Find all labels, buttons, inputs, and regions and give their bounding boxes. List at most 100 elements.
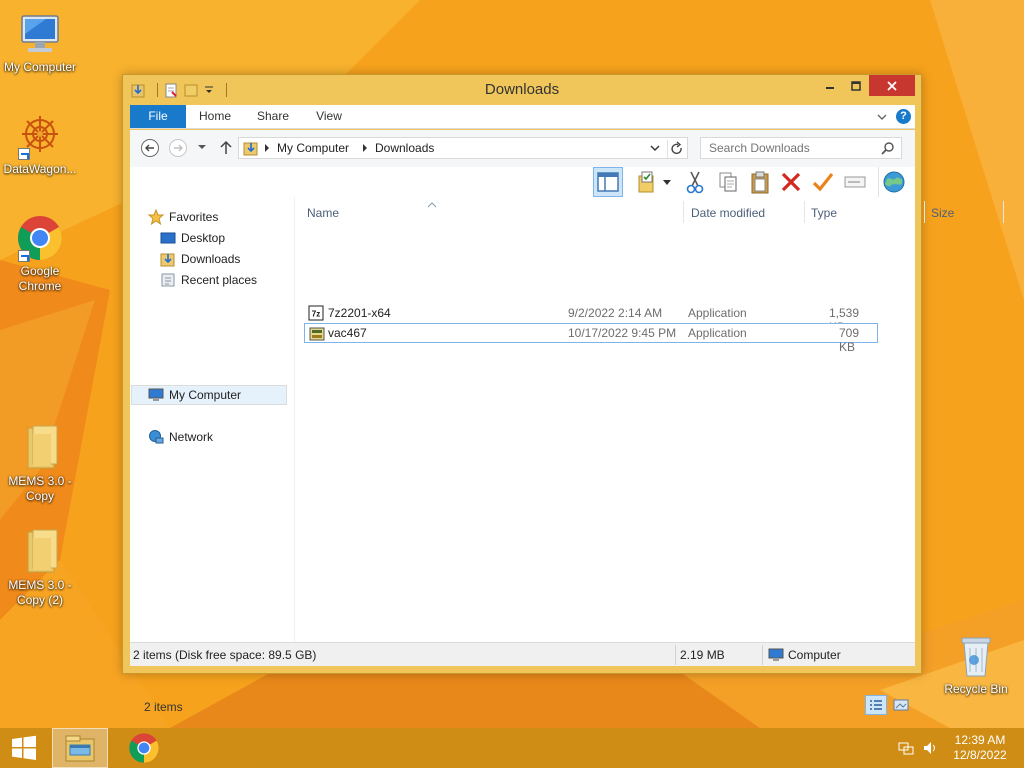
sort-up-icon [427,197,437,208]
paste-button[interactable] [745,167,775,197]
system-clock[interactable]: 12:39 AM 12/8/2022 [950,733,1010,763]
back-button[interactable] [140,138,160,158]
desktop-icon-google-chrome[interactable]: Google Chrome [0,214,80,294]
pane-divider[interactable] [294,197,295,642]
nav-favorites[interactable]: Favorites [147,207,218,227]
address-bar[interactable]: My Computer Downloads [238,137,688,159]
downloads-folder-icon [243,140,259,156]
large-icons-view-button[interactable] [890,695,912,715]
nav-my-computer[interactable]: My Computer [131,385,287,405]
recent-places-icon [160,272,176,288]
recent-locations-icon[interactable] [196,140,208,154]
breadcrumb-downloads[interactable]: Downloads [375,141,434,155]
folder-icon [16,528,64,576]
up-button[interactable] [216,138,236,158]
rename-button[interactable] [840,167,870,197]
column-header-date-modified[interactable]: Date modified [691,203,765,223]
tab-view[interactable]: View [308,105,350,128]
desktop-icon-label: MEMS 3.0 - Copy [8,474,72,503]
help-button[interactable]: ? [896,109,911,124]
search-icon[interactable] [881,141,895,155]
column-header-size[interactable]: Size [931,203,954,223]
item-count: 2 items [144,700,183,714]
select-dropdown-icon[interactable] [657,167,677,197]
column-divider[interactable] [804,201,805,223]
explorer-window: Downloads File Home Share View ? My Comp… [122,74,1004,715]
desktop-icon-label: Recycle Bin [944,682,1008,696]
desktop-icon-label: My Computer [3,60,77,74]
file-explorer-icon [65,735,95,762]
status-summary: 2 items (Disk free space: 89.5 GB) [133,648,317,662]
details-view-button[interactable] [865,695,887,715]
tab-file[interactable]: File [130,105,186,128]
folder-icon [16,424,64,472]
ribbon-tabs: File Home Share View ? [130,105,915,129]
breadcrumb-my-computer[interactable]: My Computer [277,141,349,155]
delete-button[interactable] [776,167,806,197]
application-icon [309,326,325,342]
cut-button[interactable] [680,167,710,197]
forward-button[interactable] [168,138,188,158]
network-icon [148,429,164,445]
search-box[interactable] [700,137,902,159]
nav-network-label: Network [169,430,214,444]
window-title: Downloads [484,81,560,98]
desktop-icon-recycle-bin[interactable]: Recycle Bin [936,632,1016,697]
globe-icon[interactable] [878,167,908,197]
start-button[interactable] [0,728,48,768]
datawagon-icon [16,112,64,160]
column-header-type[interactable]: Type [811,203,837,223]
desktop-icon-label: DataWagon... [3,162,77,176]
downloads-folder-icon [160,251,176,267]
maximize-button[interactable] [843,75,869,96]
title-bar: Downloads [123,75,921,105]
chevron-down-icon[interactable] [649,142,661,154]
expand-ribbon-icon[interactable] [875,110,889,124]
file-row[interactable]: vac467 10/17/2022 9:45 PM Application 70… [304,323,878,354]
taskbar-google-chrome[interactable] [116,728,172,768]
status-divider [675,645,676,665]
chevron-right-icon[interactable] [263,142,271,154]
navigation-bar: My Computer Downloads [130,130,915,167]
preview-pane-button[interactable] [593,167,623,197]
minimize-button[interactable] [817,75,843,96]
chevron-right-icon[interactable] [361,142,369,154]
copy-button[interactable] [713,167,743,197]
network-tray-icon[interactable] [898,740,914,756]
column-divider[interactable] [683,201,684,223]
column-divider[interactable] [924,201,925,223]
status-location: Computer [788,648,841,662]
desktop-icon-mems-copy-2[interactable]: MEMS 3.0 - Copy (2) [0,528,80,608]
file-name: vac467 [328,326,367,340]
file-list: Name Date modified Type Size 7z 7z2201-x… [300,197,1004,642]
desktop-icon-mems-copy[interactable]: MEMS 3.0 - Copy [0,424,80,504]
chrome-icon [16,214,64,262]
clock-time: 12:39 AM [954,733,1006,747]
tab-share[interactable]: Share [252,105,294,128]
command-toolbar [130,167,915,197]
computer-icon [148,387,164,403]
nav-desktop[interactable]: Desktop [160,228,225,248]
apply-button[interactable] [808,167,838,197]
nav-recent-places[interactable]: Recent places [160,270,257,290]
desktop-icon-label: Google Chrome [18,264,62,293]
desktop-icon-label: MEMS 3.0 - Copy (2) [8,578,72,607]
desktop-icon-my-computer[interactable]: My Computer [0,10,80,75]
desktop-icon-datawagon[interactable]: DataWagon... [0,112,80,177]
close-button[interactable] [869,75,915,96]
tab-home[interactable]: Home [194,105,236,128]
nav-desktop-label: Desktop [181,231,226,245]
nav-network[interactable]: Network [148,427,213,447]
file-row[interactable]: 7z 7z2201-x64 9/2/2022 2:14 AM Applicati… [304,303,878,334]
column-divider[interactable] [1003,201,1004,223]
nav-my-computer-label: My Computer [169,388,242,402]
taskbar-file-explorer[interactable] [52,728,108,768]
search-input[interactable] [701,138,876,158]
star-icon [147,208,165,226]
column-header-name[interactable]: Name [307,203,339,223]
file-type: Application [688,326,747,340]
refresh-icon[interactable] [667,140,685,158]
windows-logo-icon [12,735,36,760]
nav-downloads[interactable]: Downloads [160,249,240,269]
volume-icon[interactable] [922,740,938,756]
